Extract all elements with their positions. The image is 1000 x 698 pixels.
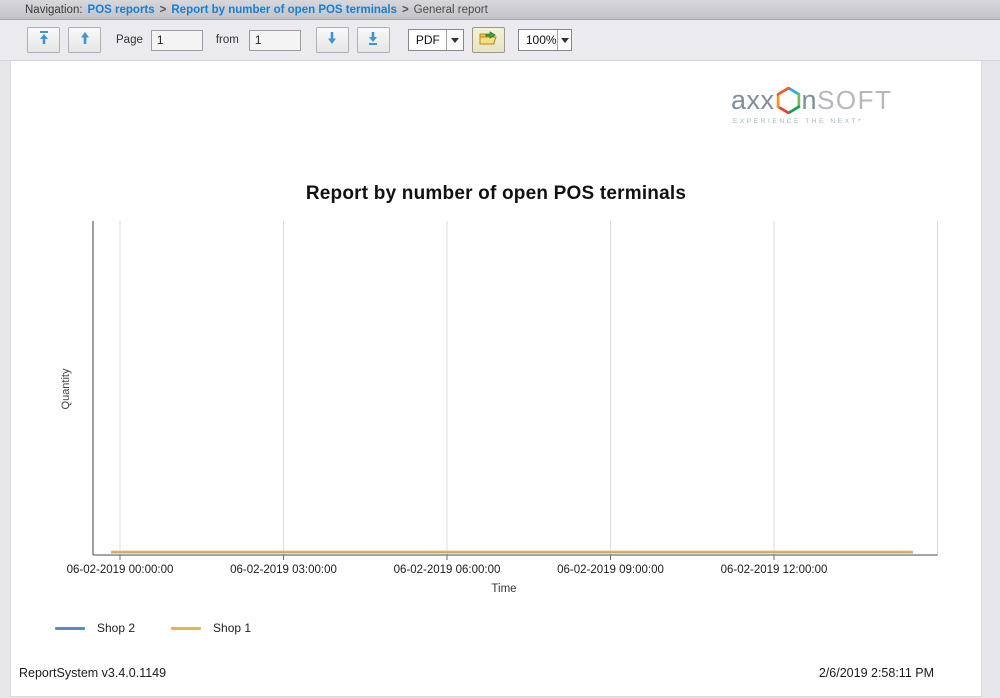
logo-tagline: EXPERIENCE THE NEXT*	[733, 118, 864, 125]
breadcrumb-prefix: Navigation:	[25, 3, 83, 16]
axxonsoft-logo: axx n SOFT EXPERIENCE THE NEXT*	[731, 85, 931, 125]
breadcrumb-current: General report	[413, 3, 488, 16]
svg-text:06-02-2019 09:00:00: 06-02-2019 09:00:00	[557, 564, 664, 576]
footer-timestamp: 2/6/2019 2:58:11 PM	[818, 666, 934, 680]
x-axis-label: Time	[491, 583, 516, 595]
legend-line-shop1	[171, 626, 202, 630]
pos-terminals-chart: 06-02-2019 00:00:00 06-02-2019 03:00:00 06…	[60, 221, 938, 595]
chart-plot-area: 06-02-2019 00:00:00 06-02-2019 03:00:00 06…	[67, 221, 938, 576]
report-toolbar: Page from PDF 100%	[0, 20, 1000, 61]
breadcrumb-link-pos-reports[interactable]: POS reports	[88, 4, 155, 16]
from-label: from	[215, 34, 239, 46]
logo-hexagon-icon	[776, 87, 800, 114]
legend-item-shop2: Shop 2	[55, 621, 135, 635]
zoom-value: 100%	[525, 33, 557, 47]
svg-text:06-02-2019 12:00:00: 06-02-2019 12:00:00	[721, 564, 828, 576]
chevron-down-icon	[557, 30, 571, 50]
page-label: Page	[116, 34, 143, 46]
breadcrumb-link-report[interactable]: Report by number of open POS terminals	[171, 4, 397, 16]
export-folder-icon	[479, 30, 498, 50]
logo-text-n: n	[801, 85, 818, 115]
logo-text-soft: SOFT	[817, 85, 893, 115]
arrow-up-to-bar-icon	[38, 30, 50, 50]
breadcrumb-separator: >	[159, 3, 167, 16]
svg-text:06-02-2019 06:00:00: 06-02-2019 06:00:00	[394, 564, 501, 576]
arrow-down-icon	[326, 31, 338, 50]
previous-page-button[interactable]	[68, 27, 101, 53]
legend-label-shop2: Shop 2	[97, 621, 136, 635]
legend-item-shop1: Shop 1	[171, 621, 251, 635]
svg-text:06-02-2019 03:00:00: 06-02-2019 03:00:00	[230, 564, 337, 576]
export-format-value: PDF	[415, 33, 440, 47]
breadcrumb: Navigation: POS reports > Report by numb…	[0, 0, 1000, 20]
legend-label-shop1: Shop 1	[213, 621, 252, 635]
report-viewport: axx n SOFT EXPERIENCE THE NEXT* Report b…	[0, 61, 1000, 697]
report-footer: ReportSystem v3.4.0.1149 2/6/2019 2:58:1…	[19, 666, 934, 680]
arrow-up-icon	[79, 31, 91, 50]
export-button[interactable]	[471, 27, 505, 53]
y-axis-label: Quantity	[60, 368, 72, 409]
last-page-button[interactable]	[356, 27, 390, 53]
footer-version: ReportSystem v3.4.0.1149	[19, 666, 167, 680]
chevron-down-icon	[446, 30, 463, 50]
logo-text-axx: axx	[731, 85, 775, 115]
next-page-button[interactable]	[315, 27, 349, 53]
svg-text:06-02-2019 00:00:00: 06-02-2019 00:00:00	[67, 564, 174, 576]
total-pages-input[interactable]	[248, 29, 301, 51]
chart-legend: Shop 2 Shop 1	[55, 621, 251, 635]
breadcrumb-separator: >	[401, 3, 409, 16]
page-number-input[interactable]	[150, 29, 203, 51]
report-title: Report by number of open POS terminals	[305, 183, 687, 204]
export-format-select[interactable]: PDF	[407, 29, 464, 51]
arrow-down-to-bar-icon	[367, 31, 379, 50]
legend-line-shop2	[55, 626, 85, 630]
zoom-select[interactable]: 100%	[517, 29, 572, 51]
report-page: axx n SOFT EXPERIENCE THE NEXT* Report b…	[10, 61, 982, 697]
first-page-button[interactable]	[27, 27, 60, 53]
